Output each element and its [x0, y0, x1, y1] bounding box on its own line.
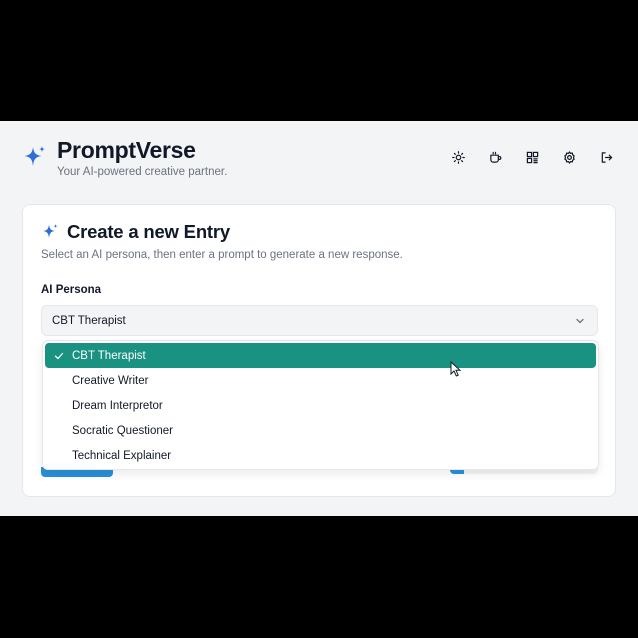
persona-select[interactable]: CBT Therapist: [41, 305, 598, 336]
option-dream-interpretor[interactable]: Dream Interpretor: [45, 393, 596, 418]
persona-dropdown: CBT Therapist Creative Writer Dream Inte…: [42, 340, 599, 470]
check-icon: [54, 352, 64, 360]
sparkle-icon: [43, 224, 58, 238]
option-creative-writer[interactable]: Creative Writer: [45, 368, 596, 393]
option-label: CBT Therapist: [72, 349, 146, 362]
option-label: Creative Writer: [72, 374, 149, 387]
card-title: Create a new Entry: [67, 221, 230, 242]
option-cbt-therapist[interactable]: CBT Therapist: [45, 343, 596, 368]
mouse-cursor-icon: [450, 361, 462, 377]
dashboard-button[interactable]: [523, 148, 542, 167]
sun-icon: [452, 151, 465, 164]
persona-select-value: CBT Therapist: [52, 314, 126, 327]
sparkle-logo-icon: [24, 146, 45, 166]
coffee-icon: [490, 151, 502, 163]
header-toolbar: [449, 148, 616, 166]
logout-icon: [601, 152, 613, 163]
coffee-button[interactable]: [486, 148, 505, 167]
app-subtitle: Your AI-powered creative partner.: [57, 166, 228, 178]
app-window: PromptVerse Your AI-powered creative par…: [0, 121, 638, 516]
app-header: PromptVerse Your AI-powered creative par…: [22, 137, 616, 181]
settings-button[interactable]: [560, 148, 579, 167]
card-description: Select an AI persona, then enter a promp…: [41, 249, 403, 261]
option-technical-explainer[interactable]: Technical Explainer: [45, 443, 596, 468]
option-label: Socratic Questioner: [72, 424, 173, 437]
chevron-down-icon: [576, 318, 584, 324]
logout-button[interactable]: [597, 148, 616, 167]
theme-toggle-button[interactable]: [449, 148, 468, 167]
app-title: PromptVerse: [57, 137, 196, 163]
option-socratic-questioner[interactable]: Socratic Questioner: [45, 418, 596, 443]
persona-label: AI Persona: [41, 284, 102, 296]
option-label: Dream Interpretor: [72, 399, 163, 412]
dashboard-icon: [526, 151, 539, 164]
settings-icon: [564, 151, 575, 164]
option-label: Technical Explainer: [72, 449, 172, 462]
